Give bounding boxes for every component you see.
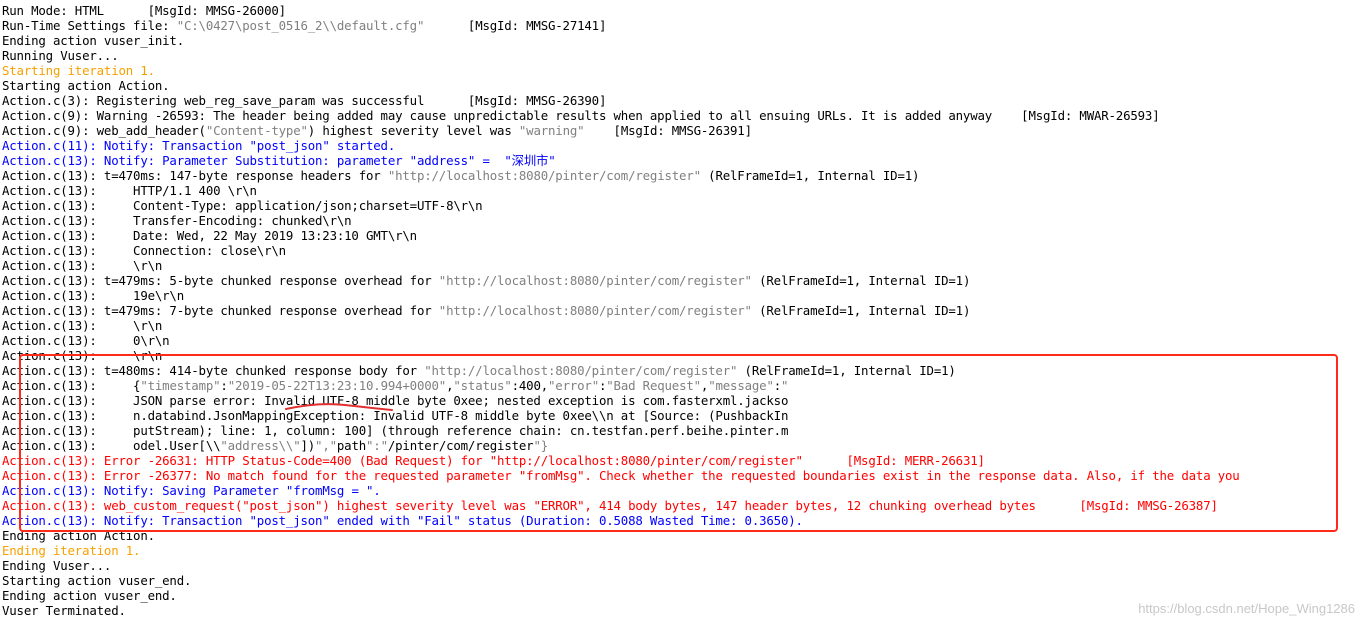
- log-line: Action.c(13): Notify: Parameter Substitu…: [2, 153, 556, 168]
- log-line: Action.c(13): \r\n: [2, 318, 163, 333]
- log-line: Running Vuser...: [2, 48, 119, 63]
- log-line: Run-Time Settings file: "C:\0427\post_05…: [2, 18, 607, 33]
- log-line: Ending Vuser...: [2, 558, 112, 573]
- log-line: Action.c(13): Date: Wed, 22 May 2019 13:…: [2, 228, 417, 243]
- log-line: Action.c(13): \r\n: [2, 258, 163, 273]
- log-line: Action.c(13): Error -26377: No match fou…: [2, 468, 1240, 483]
- log-line: Action.c(13): HTTP/1.1 400 \r\n: [2, 183, 257, 198]
- log-line: Action.c(13): Notify: Transaction "post_…: [2, 513, 803, 528]
- log-line: Action.c(13): 19e\r\n: [2, 288, 184, 303]
- log-line: Run Mode: HTML [MsgId: MMSG-26000]: [2, 3, 286, 18]
- log-line: Action.c(13): Content-Type: application/…: [2, 198, 483, 213]
- log-line: Action.c(13): t=479ms: 5-byte chunked re…: [2, 273, 971, 288]
- replay-log: Run Mode: HTML [MsgId: MMSG-26000] Run-Ti…: [2, 3, 1361, 618]
- watermark: https://blog.csdn.net/Hope_Wing1286: [1138, 601, 1355, 616]
- log-line: Ending iteration 1.: [2, 543, 141, 558]
- log-line: Action.c(13): t=470ms: 147-byte response…: [2, 168, 920, 183]
- log-line: Action.c(3): Registering web_reg_save_pa…: [2, 93, 607, 108]
- log-line: Ending action vuser_init.: [2, 33, 184, 48]
- log-line: Action.c(13): \r\n: [2, 348, 163, 363]
- log-line: Action.c(13): t=479ms: 7-byte chunked re…: [2, 303, 971, 318]
- log-line: Action.c(13): JSON parse error: Invalid …: [2, 393, 789, 408]
- log-line: Action.c(13): t=480ms: 414-byte chunked …: [2, 363, 956, 378]
- log-line: Action.c(13): Error -26631: HTTP Status-…: [2, 453, 985, 468]
- log-line: Action.c(13): {"timestamp":"2019-05-22T1…: [2, 378, 789, 393]
- log-line: Action.c(13): web_custom_request("post_j…: [2, 498, 1218, 513]
- log-line: Action.c(9): Warning -26593: The header …: [2, 108, 1160, 123]
- log-line: Action.c(11): Notify: Transaction "post_…: [2, 138, 396, 153]
- log-line: Action.c(9): web_add_header("Content-typ…: [2, 123, 752, 138]
- log-line: Starting action vuser_end.: [2, 573, 192, 588]
- log-line: Action.c(13): odel.User[\\"address\\"])"…: [2, 438, 549, 453]
- log-line: Action.c(13): Notify: Saving Parameter "…: [2, 483, 381, 498]
- log-line: Ending action Action.: [2, 528, 155, 543]
- log-line: Action.c(13): n.databind.JsonMappingExce…: [2, 408, 789, 423]
- log-line: Action.c(13): Connection: close\r\n: [2, 243, 286, 258]
- log-line: Action.c(13): putStream); line: 1, colum…: [2, 423, 789, 438]
- log-line: Starting iteration 1.: [2, 63, 155, 78]
- log-line: Action.c(13): Transfer-Encoding: chunked…: [2, 213, 352, 228]
- log-line: Starting action Action.: [2, 78, 170, 93]
- log-line: Action.c(13): 0\r\n: [2, 333, 170, 348]
